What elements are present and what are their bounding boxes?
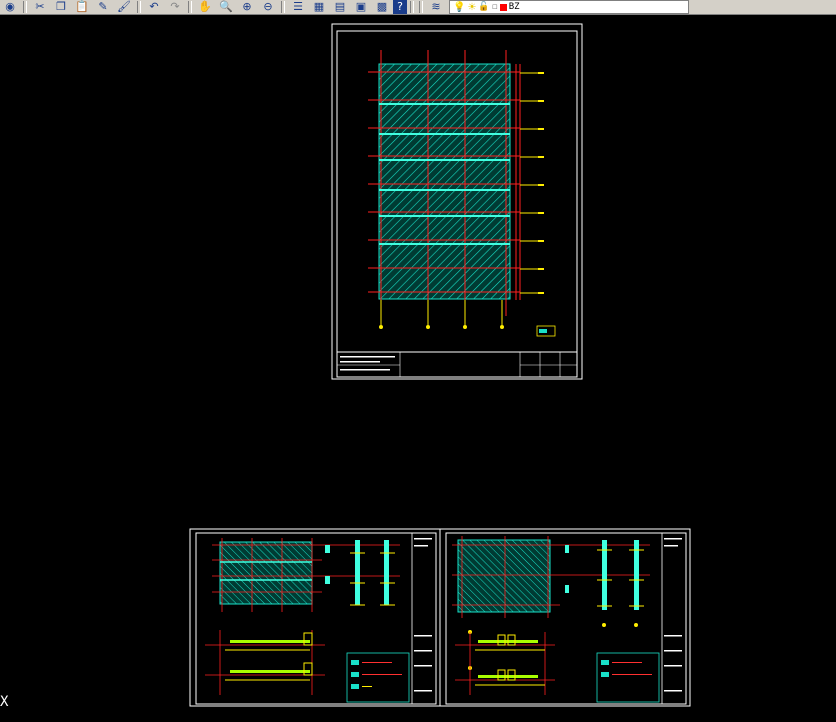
match-properties-icon[interactable]: ✎ — [93, 0, 113, 14]
zoom-realtime-icon[interactable]: 🔍 — [216, 0, 236, 14]
copy-icon[interactable]: ❐ — [51, 0, 71, 14]
lock-icon[interactable]: 🔓 — [478, 2, 489, 12]
zoom-window-icon[interactable]: ⊕ — [237, 0, 257, 14]
standard-toolbar: ◉ ✂ ❐ 📋 ✎ 🖌 ↶ ↷ ✋ 🔍 ⊕ ⊖ ☰ ▦ ▤ ▣ ▩ ? ≋ 💡 … — [0, 0, 836, 15]
sheetset-icon[interactable]: ▣ — [351, 0, 371, 14]
lightbulb-icon[interactable]: 💡 — [453, 2, 465, 13]
toolbar-separator — [410, 1, 414, 13]
properties-icon[interactable]: ☰ — [288, 0, 308, 14]
redo-icon[interactable]: ↷ — [165, 0, 185, 14]
zoom-previous-icon[interactable]: ⊖ — [258, 0, 278, 14]
layer-dropdown[interactable]: 💡 ☀ 🔓 ▫ BZ — [449, 0, 689, 14]
drawing-sheet-bottom-right[interactable] — [439, 528, 691, 707]
cut-icon[interactable]: ✂ — [30, 0, 50, 14]
toolbar-separator — [23, 1, 27, 13]
layer-manager-icon[interactable]: ≋ — [426, 0, 446, 14]
drawing-sheet-top[interactable] — [331, 23, 583, 380]
pan-icon[interactable]: ✋ — [195, 0, 215, 14]
design-center-icon[interactable]: ▦ — [309, 0, 329, 14]
drawing-sheet-bottom-left[interactable] — [189, 528, 441, 707]
paste-icon[interactable]: 📋 — [72, 0, 92, 14]
toolbar-separator — [188, 1, 192, 13]
toolbar-separator — [281, 1, 285, 13]
color-icon[interactable]: ▫ — [492, 2, 498, 12]
sun-icon[interactable]: ☀ — [467, 2, 476, 13]
ucs-axis-label: X — [0, 694, 9, 710]
toolbar-separator — [137, 1, 141, 13]
layer-color-swatch — [499, 3, 507, 11]
undo-icon[interactable]: ↶ — [144, 0, 164, 14]
help-icon[interactable]: ? — [393, 0, 407, 14]
tool-palette-icon[interactable]: ▤ — [330, 0, 350, 14]
toolbar-separator — [419, 1, 423, 13]
calculator-icon[interactable]: ▩ — [372, 0, 392, 14]
model-space-canvas[interactable] — [0, 15, 836, 722]
globe-icon[interactable]: ◉ — [0, 0, 20, 14]
current-layer-name: BZ — [508, 2, 520, 12]
brush-icon[interactable]: 🖌 — [114, 0, 134, 14]
